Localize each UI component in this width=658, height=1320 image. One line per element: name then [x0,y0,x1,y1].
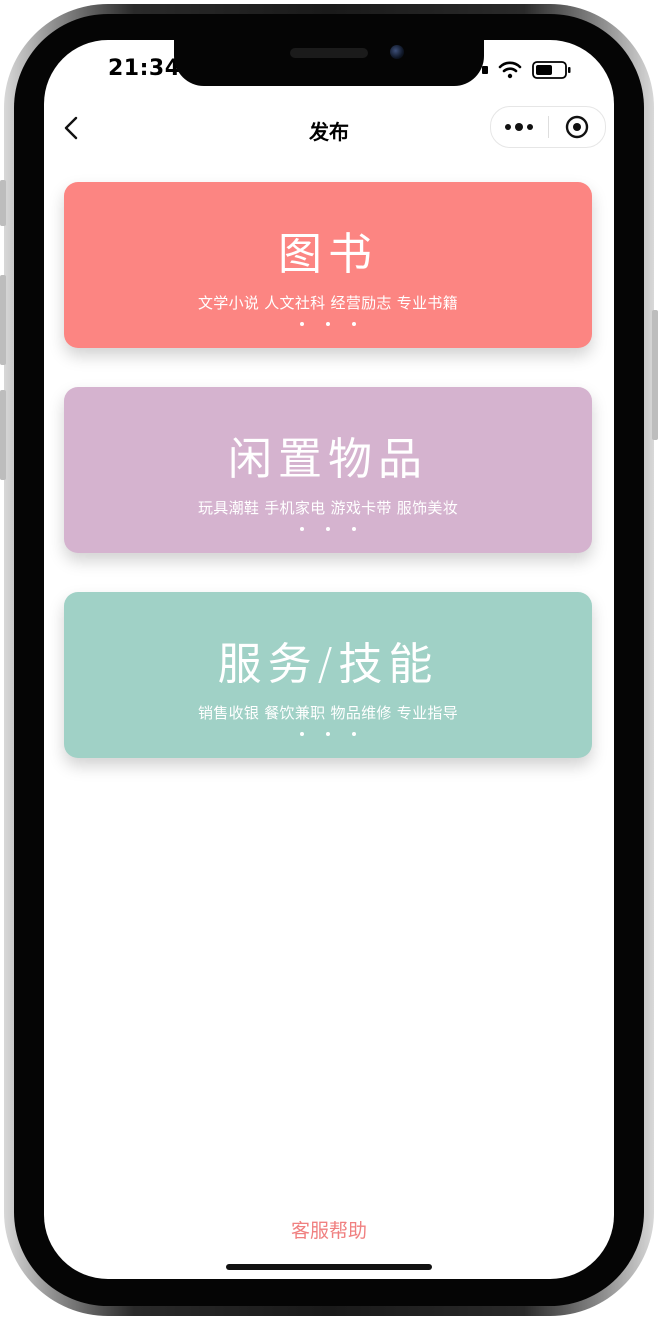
speaker-grille [290,48,368,58]
category-card-services[interactable]: 服务/技能 销售收银 餐饮兼职 物品维修 专业指导 [64,592,592,758]
power-button [652,310,658,440]
card-title: 服务/技能 [217,639,439,690]
home-indicator[interactable] [226,1264,432,1270]
notch [174,40,484,86]
mute-switch [0,180,6,226]
ellipsis-dots [64,322,592,326]
more-button[interactable] [491,107,548,147]
volume-down-button [0,390,6,480]
card-title: 闲置物品 [228,434,428,485]
ellipsis-dots [64,527,592,531]
card-subtitle: 销售收银 餐饮兼职 物品维修 专业指导 [197,704,458,722]
dot [300,527,304,531]
navigation-bar: 发布 [44,106,614,154]
status-time: 21:34 [108,56,181,81]
dot [326,322,330,326]
card-title: 图书 [278,229,378,280]
wifi-icon [498,61,522,79]
mini-program-capsule [490,106,606,148]
dot [300,322,304,326]
dot [352,527,356,531]
dot [352,732,356,736]
close-button[interactable] [549,107,606,147]
ellipsis-dots [64,732,592,736]
battery-icon [532,61,571,79]
dot [326,527,330,531]
volume-up-button [0,275,6,365]
front-camera-icon [390,45,404,59]
category-card-books[interactable]: 图书 文学小说 人文社科 经营励志 专业书籍 [64,182,592,348]
category-card-idle-items[interactable]: 闲置物品 玩具潮鞋 手机家电 游戏卡带 服饰美妆 [64,387,592,553]
more-dots-icon [505,123,534,131]
dot [300,732,304,736]
dot [326,732,330,736]
card-subtitle: 玩具潮鞋 手机家电 游戏卡带 服饰美妆 [197,499,458,517]
card-subtitle: 文学小说 人文社科 经营励志 专业书籍 [197,294,458,312]
dot [352,322,356,326]
app-screen: 21:34 发布 图书 文学小说 人文社科 经营励志 专业书籍 闲置物品 玩具潮… [44,40,614,1279]
customer-service-help-link[interactable]: 客服帮助 [44,1216,614,1243]
signal-icon [482,66,488,74]
status-indicators [482,60,572,80]
target-circle-icon [565,115,588,139]
